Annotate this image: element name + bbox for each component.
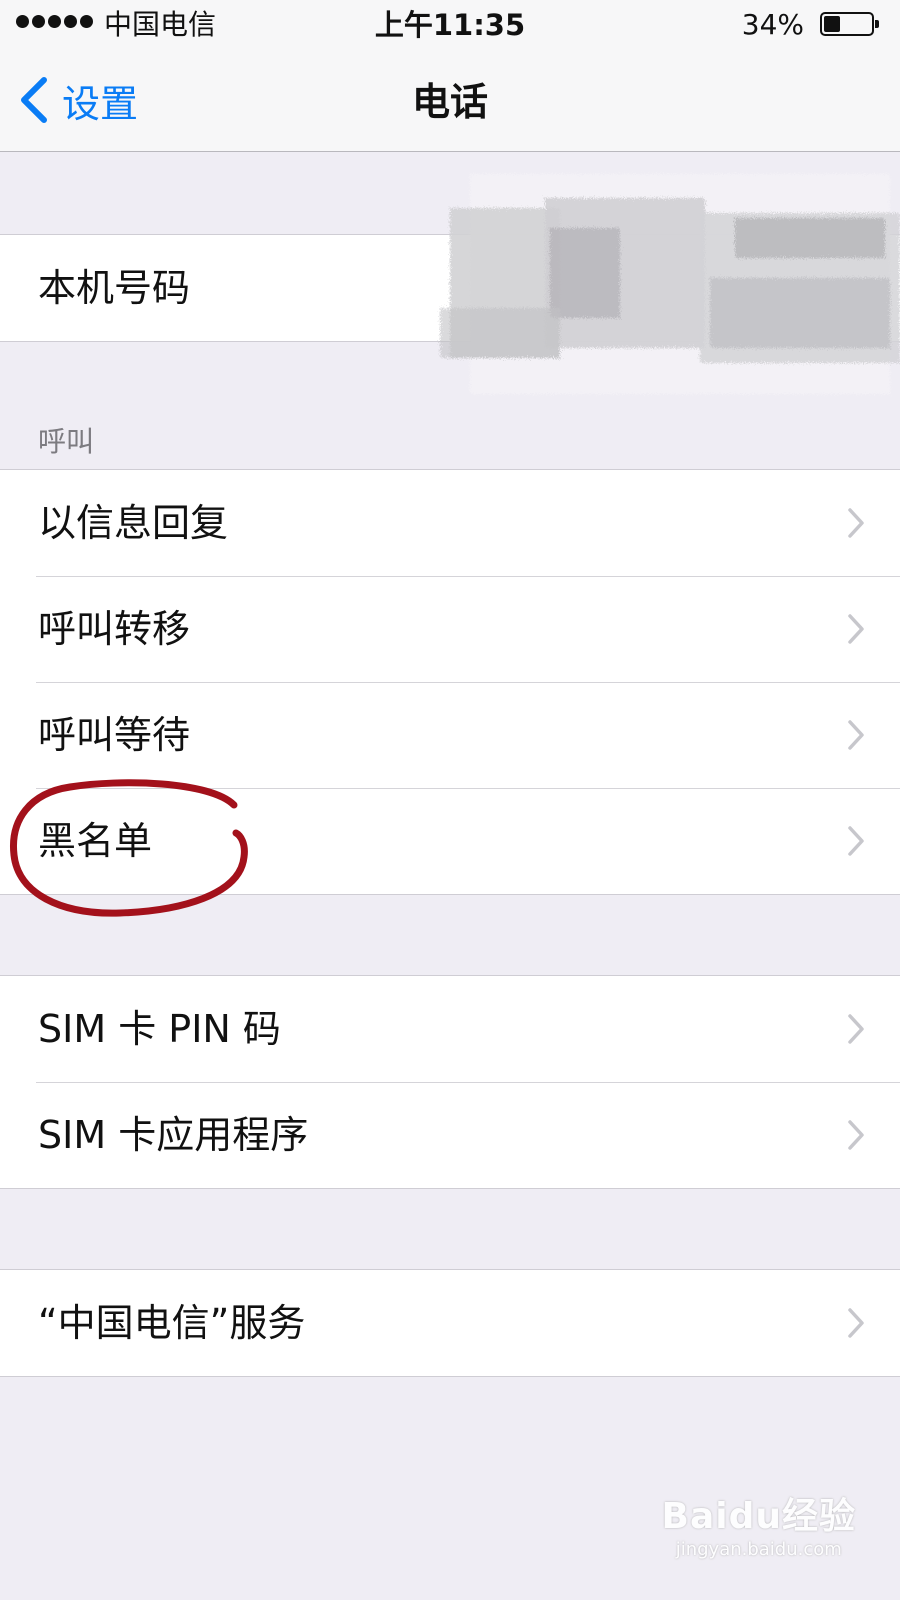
my-number-label: 本机号码 [38,266,191,310]
calls-section-header: 呼叫 [38,425,95,458]
call-waiting-row[interactable]: 呼叫等待 [0,682,900,788]
reply-with-message-row[interactable]: 以信息回复 [0,470,900,576]
carrier-services-section: “中国电信”服务 [0,1269,900,1377]
sim-pin-row[interactable]: SIM 卡 PIN 码 [0,976,900,1082]
call-waiting-label: 呼叫等待 [38,713,191,757]
redaction-scribble [440,174,900,394]
carrier-services-row[interactable]: “中国电信”服务 [0,1270,900,1376]
carrier-services-label: “中国电信”服务 [38,1301,306,1345]
battery-percent: 34% [741,8,804,41]
baidu-watermark: Baidu经验 jingyan.baidu.com [662,1487,856,1560]
call-forwarding-row[interactable]: 呼叫转移 [0,576,900,682]
sim-pin-label: SIM 卡 PIN 码 [38,1007,281,1051]
battery-fill [824,16,840,32]
sim-apps-label: SIM 卡应用程序 [38,1113,309,1157]
chevron-right-icon [848,1014,864,1044]
chevron-right-icon [848,826,864,856]
page-title: 电话 [411,80,488,124]
status-bar: 中国电信 上午11:35 34% [0,0,900,52]
sim-section: SIM 卡 PIN 码 SIM 卡应用程序 [0,975,900,1189]
chevron-right-icon [848,508,864,538]
navigation-bar: 设置 电话 [0,52,900,152]
chevron-right-icon [848,614,864,644]
chevron-right-icon [848,1308,864,1338]
annotation-circle [10,779,248,917]
watermark-url: jingyan.baidu.com [675,1539,842,1560]
call-forwarding-label: 呼叫转移 [38,607,191,651]
battery-icon [820,12,879,36]
reply-with-message-label: 以信息回复 [38,501,229,545]
sim-apps-row[interactable]: SIM 卡应用程序 [0,1082,900,1188]
chevron-right-icon [848,720,864,750]
chevron-right-icon [848,1120,864,1150]
watermark-logo: Baidu经验 [661,1496,856,1537]
